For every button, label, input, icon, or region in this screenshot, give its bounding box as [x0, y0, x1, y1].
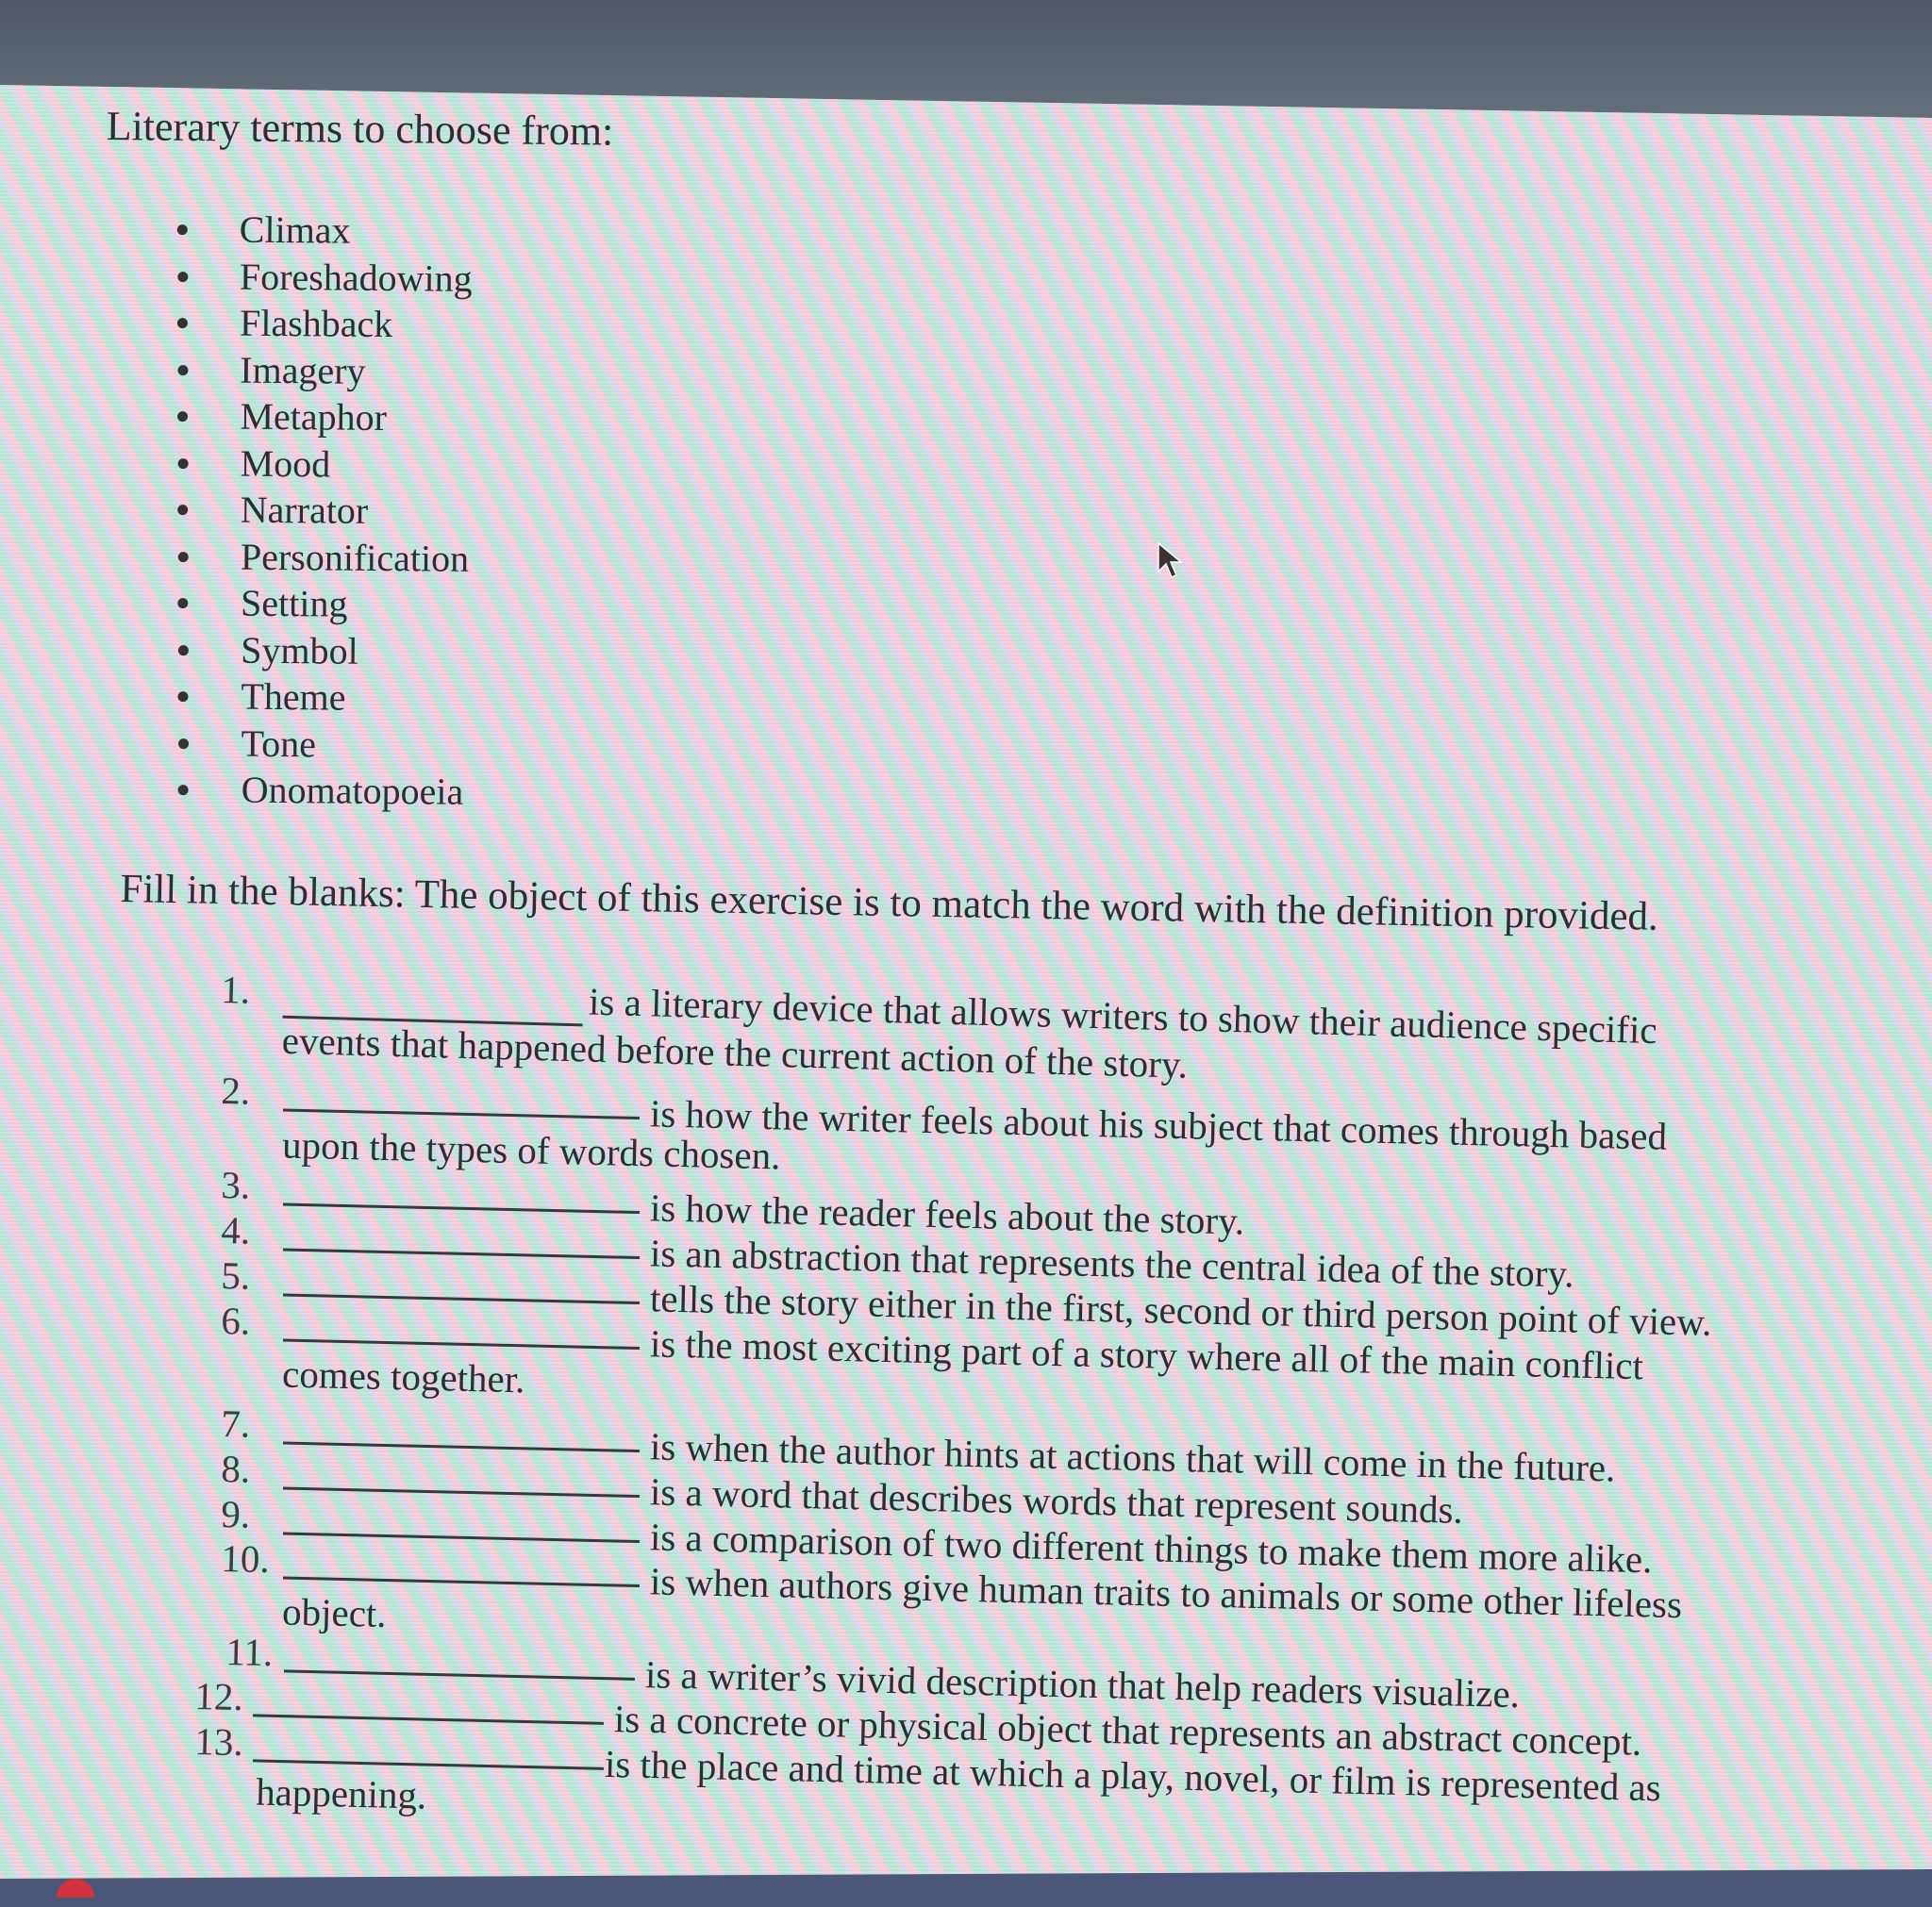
term-label: Imagery — [240, 348, 366, 392]
mouse-pointer-icon — [1158, 541, 1184, 578]
bullet-dot-icon — [177, 457, 189, 469]
answer-blank[interactable] — [282, 1108, 640, 1120]
terms-heading: Literary terms to choose from: — [106, 102, 614, 155]
term-item: Foreshadowing — [169, 252, 473, 299]
question-number: 8. — [220, 1446, 251, 1491]
term-label: Foreshadowing — [239, 255, 473, 300]
answer-blank[interactable] — [282, 1576, 640, 1588]
question-number: 10. — [220, 1535, 271, 1582]
term-label: Symbol — [241, 628, 358, 672]
question-number: 3. — [220, 1162, 251, 1207]
term-item: Personification — [167, 532, 469, 579]
term-label: Flashback — [239, 301, 393, 346]
terms-list: Climax Foreshadowing Flashback Imagery Metap… — [164, 206, 473, 813]
answer-blank[interactable] — [252, 1714, 604, 1725]
term-item: Flashback — [169, 299, 392, 346]
term-label: Narrator — [240, 488, 369, 532]
answer-blank[interactable] — [282, 1532, 640, 1544]
question-number: 1. — [220, 967, 251, 1012]
bullet-dot-icon — [176, 271, 188, 282]
term-item: Imagery — [168, 345, 366, 392]
question-number: 13. — [193, 1718, 244, 1765]
term-label: Mood — [240, 441, 331, 485]
bullet-dot-icon — [177, 411, 189, 423]
term-item: Mood — [167, 439, 330, 486]
bullet-dot-icon — [177, 644, 189, 655]
bullet-dot-icon — [176, 318, 188, 329]
bullet-dot-icon — [177, 691, 189, 703]
answer-blank[interactable] — [252, 1759, 604, 1770]
question-number: 11. — [225, 1629, 274, 1675]
answer-blank[interactable] — [283, 1669, 635, 1681]
term-item: Onomatopoeia — [164, 766, 463, 813]
bullet-dot-icon — [177, 505, 189, 516]
answer-blank[interactable] — [282, 1338, 640, 1351]
answer-blank[interactable] — [282, 1248, 640, 1260]
question-number: 9. — [220, 1491, 251, 1536]
term-item: Narrator — [167, 486, 368, 533]
question-number: 6. — [220, 1298, 251, 1343]
term-item: Metaphor — [168, 392, 387, 439]
instructions-text: Fill in the blanks: The object of this e… — [120, 866, 1659, 939]
term-label: Theme — [241, 674, 346, 719]
term-item: Climax — [170, 206, 351, 253]
bullet-dot-icon — [177, 598, 189, 609]
question-definition: is how the writer feels about his subjec… — [649, 1091, 1668, 1158]
term-item: Setting — [166, 579, 348, 626]
answer-blank[interactable] — [282, 1202, 640, 1215]
bullet-dot-icon — [177, 785, 189, 796]
question-number: 4. — [220, 1207, 251, 1252]
bullet-dot-icon — [176, 224, 188, 236]
term-label: Metaphor — [240, 394, 388, 439]
term-label: Onomatopoeia — [241, 768, 464, 813]
bullet-dot-icon — [176, 364, 189, 375]
term-item: Theme — [165, 672, 346, 720]
term-label: Climax — [239, 207, 351, 252]
term-item: Tone — [165, 719, 316, 766]
term-item: Symbol — [166, 625, 358, 672]
bullet-dot-icon — [177, 738, 189, 749]
term-label: Personification — [240, 535, 470, 580]
question-number: 2. — [220, 1068, 251, 1113]
answer-blank[interactable] — [282, 1486, 640, 1499]
question-number: 5. — [220, 1252, 251, 1298]
term-label: Tone — [241, 721, 317, 765]
question-definition-continued: happening. — [255, 1769, 427, 1817]
bullet-dot-icon — [177, 551, 189, 562]
worksheet-document: Literary terms to choose from: Climax For… — [0, 0, 1932, 1888]
question-number: 12. — [193, 1673, 244, 1719]
question-definition-continued: object. — [281, 1589, 388, 1635]
term-label: Setting — [240, 581, 348, 625]
answer-blank[interactable] — [282, 1441, 640, 1453]
question-number: 7. — [220, 1401, 251, 1446]
question-definition-continued: comes together. — [281, 1351, 525, 1401]
answer-blank[interactable] — [282, 1293, 640, 1305]
